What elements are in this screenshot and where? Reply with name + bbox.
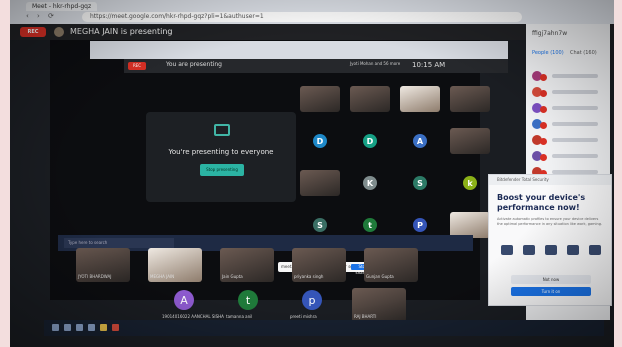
- shared-presenting-label: You are presenting: [166, 61, 222, 68]
- photo-of-monitor: Meet - hkr-rhpd-gqz ‹ › ⟳ https://meet.g…: [10, 0, 614, 347]
- tab-chat[interactable]: Chat (160): [570, 50, 597, 56]
- participant-name-placeholder: [552, 106, 598, 110]
- participant-list-item[interactable]: [532, 150, 608, 162]
- shared-meet-header: REC You are presenting Jyoti Mohan and 5…: [124, 59, 508, 73]
- meeting-code: ffigj7ahn7w: [532, 30, 568, 37]
- strip-participant-name: tamanna anil: [226, 314, 253, 319]
- presenter-title: MEGHA JAIN is presenting: [70, 27, 173, 36]
- strip-participant-name: RAJ BHARTI: [354, 314, 377, 319]
- participant-name-placeholder: [552, 122, 598, 126]
- task-view-icon[interactable]: [76, 324, 83, 331]
- muted-badge-icon: [540, 106, 547, 113]
- participant-strip: JYOTI BHARDWAJ MEGHA JAIN Jain Gupta priyan…: [60, 248, 490, 322]
- participant-initial: k: [463, 176, 477, 190]
- participant-tile[interactable]: [450, 86, 490, 112]
- gamepad-icon: [523, 245, 535, 255]
- participant-tile[interactable]: D: [350, 128, 390, 154]
- popup-icons: [499, 243, 603, 257]
- browser-tab[interactable]: Meet - hkr-rhpd-gqz: [26, 2, 98, 11]
- participant-name-placeholder: [552, 74, 598, 78]
- participant-tile[interactable]: S: [400, 170, 440, 196]
- shared-recording-badge: REC: [128, 62, 146, 70]
- participant-tile[interactable]: D: [300, 128, 340, 154]
- edge-icon[interactable]: [88, 324, 95, 331]
- strip-participant-name: 19014016022 AANCHAL SISHA: [162, 314, 224, 319]
- battery-icon: [589, 245, 601, 255]
- participant-tile[interactable]: k: [450, 170, 490, 196]
- file-explorer-icon[interactable]: [100, 324, 107, 331]
- presenting-panel: You're presenting to everyone Stop prese…: [146, 112, 296, 202]
- tab-people[interactable]: People (100): [532, 50, 564, 56]
- turn-on-button[interactable]: Turn it on: [511, 287, 591, 296]
- participant-list-item[interactable]: [532, 134, 608, 146]
- participant-name-placeholder: [552, 138, 598, 142]
- strip-participant-name: preeti mishra: [290, 314, 317, 319]
- browser-chrome: Meet - hkr-rhpd-gqz ‹ › ⟳ https://meet.g…: [10, 0, 614, 24]
- strip-participant-name: JYOTI BHARDWAJ: [78, 274, 112, 279]
- muted-badge-icon: [540, 154, 547, 161]
- popup-title: Boost your device's performance now!: [497, 193, 586, 212]
- not-now-button[interactable]: Not now: [511, 275, 591, 284]
- participant-initial: P: [413, 218, 427, 232]
- address-bar[interactable]: https://meet.google.com/hkr-rhpd-gqz?pli…: [82, 12, 522, 22]
- participant-name-placeholder: [552, 90, 598, 94]
- strip-participant-avatar[interactable]: t: [238, 290, 258, 310]
- shared-clock: 10:15 AM: [412, 61, 446, 69]
- strip-participant-name: MEGHA JAIN: [150, 274, 175, 279]
- windows-taskbar: [44, 320, 604, 336]
- participant-tile[interactable]: [450, 128, 490, 154]
- participant-tile[interactable]: [300, 170, 340, 196]
- participant-list-item[interactable]: [532, 86, 608, 98]
- strip-participant-name: Jain Gupta: [222, 274, 243, 279]
- shared-taskbar-search[interactable]: Type here to search: [64, 238, 174, 248]
- monitor-icon: [567, 245, 579, 255]
- performance-popup: Bitdefender Total Security Boost your de…: [488, 174, 612, 306]
- participant-tile[interactable]: K: [350, 170, 390, 196]
- popup-body: Activate automatic profiles to ensure yo…: [497, 217, 603, 226]
- participant-list-item[interactable]: [532, 118, 608, 130]
- briefcase-icon: [501, 245, 513, 255]
- participant-initial: S: [413, 176, 427, 190]
- film-icon: [545, 245, 557, 255]
- strip-participant-avatar[interactable]: p: [302, 290, 322, 310]
- participant-tile[interactable]: [400, 86, 440, 112]
- presenter-avatar: [54, 27, 64, 37]
- participant-name-placeholder: [552, 154, 598, 158]
- participant-initial: D: [313, 134, 327, 148]
- participant-initial: t: [363, 218, 377, 232]
- participant-initial: S: [313, 218, 327, 232]
- participant-initial: K: [363, 176, 377, 190]
- sidebar-tabs: People (100) Chat (160): [532, 50, 608, 56]
- browser-nav-icons[interactable]: ‹ › ⟳: [26, 12, 57, 20]
- stop-presenting-button[interactable]: Stop presenting: [200, 164, 244, 176]
- chrome-icon[interactable]: [112, 324, 119, 331]
- meet-header: REC MEGHA JAIN is presenting: [10, 24, 614, 40]
- shared-browser-chrome: [90, 41, 508, 59]
- participant-initial: D: [363, 134, 377, 148]
- shared-participants-label: Jyoti Mohan and 56 more: [350, 61, 401, 66]
- search-icon[interactable]: [64, 324, 71, 331]
- strip-participant-avatar[interactable]: A: [174, 290, 194, 310]
- muted-badge-icon: [540, 74, 547, 81]
- presenting-message: You're presenting to everyone: [168, 148, 274, 156]
- strip-participant-name: Gunjan Gupta: [366, 274, 394, 279]
- participant-tile[interactable]: [350, 86, 390, 112]
- participant-grid: D D A K Sk St P: [300, 86, 510, 256]
- participant-list-item[interactable]: [532, 70, 608, 82]
- popup-header: Bitdefender Total Security: [489, 175, 611, 185]
- strip-participant-name: priyanka singh: [294, 274, 324, 279]
- muted-badge-icon: [540, 122, 547, 129]
- muted-badge-icon: [540, 138, 547, 145]
- muted-badge-icon: [540, 90, 547, 97]
- windows-start-icon[interactable]: [52, 324, 59, 331]
- participant-tile[interactable]: [300, 86, 340, 112]
- participant-initial: A: [413, 134, 427, 148]
- recording-badge: REC: [20, 27, 46, 37]
- participant-list-item[interactable]: [532, 102, 608, 114]
- present-screen-icon: [214, 124, 230, 136]
- participant-tile[interactable]: A: [400, 128, 440, 154]
